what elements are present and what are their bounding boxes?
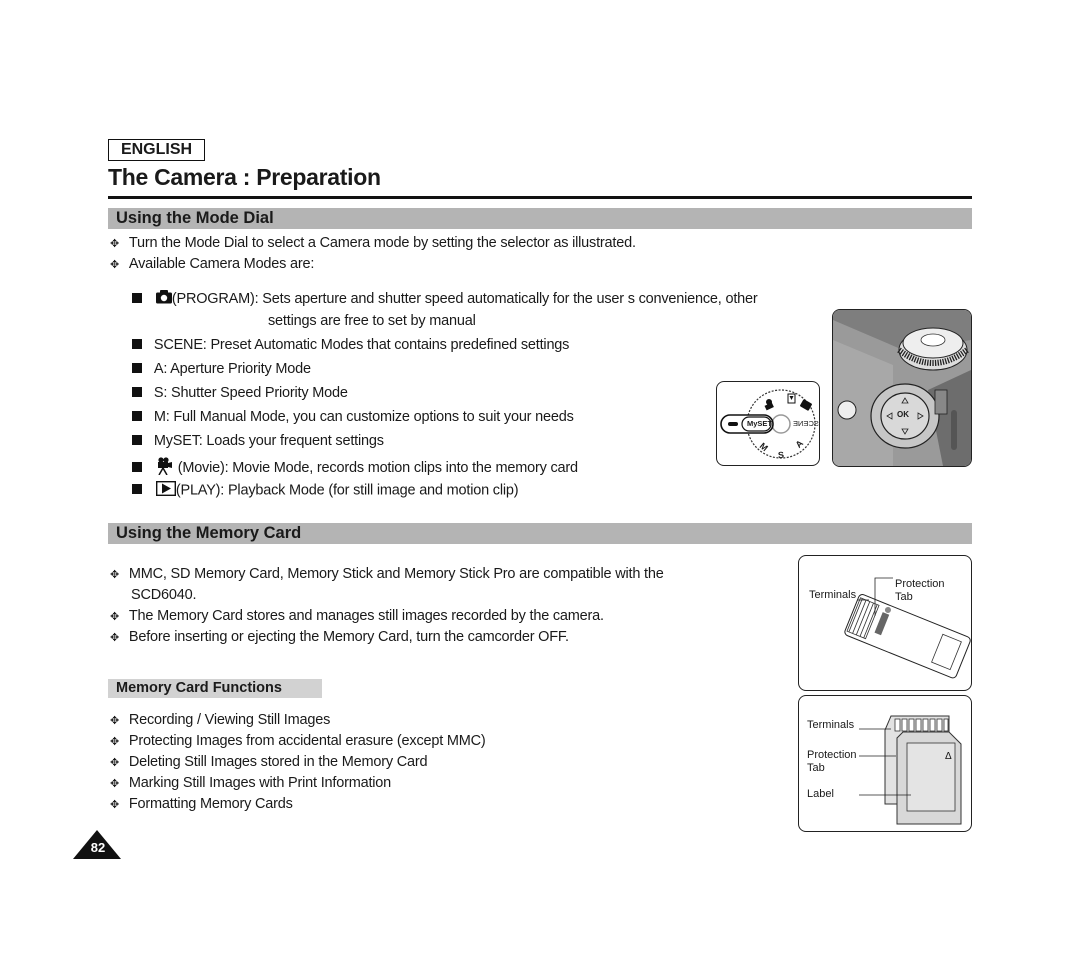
diamond-bullet-icon: ✥ (110, 736, 120, 748)
square-bullet-icon (132, 484, 142, 495)
protection-label: Protection (895, 578, 945, 590)
square-bullet-icon (132, 387, 142, 397)
list-item: ✥ Formatting Memory Cards (110, 796, 293, 812)
label-label: Label (807, 788, 834, 800)
mode-item-program-continuation: settings are free to set by manual (268, 313, 476, 329)
movie-camera-icon (156, 457, 172, 479)
sd-card-illustration: Δ (859, 715, 962, 825)
diamond-bullet-icon: ✥ (110, 611, 120, 623)
list-item: ✥ Marking Still Images with Print Inform… (110, 775, 392, 791)
mode-item-scene: SCENE: Preset Automatic Modes that conta… (132, 337, 569, 353)
list-item: ✥ Before inserting or ejecting the Memor… (110, 629, 569, 645)
section-heading-memory-card: Using the Memory Card (108, 523, 972, 544)
square-bullet-icon (132, 339, 142, 349)
tab-label: Tab (895, 591, 913, 603)
dial-label-s: S (777, 449, 785, 461)
language-badge: ENGLISH (108, 139, 205, 161)
play-icon (155, 480, 176, 500)
square-bullet-icon (132, 411, 142, 421)
terminals-label: Terminals (809, 589, 857, 601)
diamond-bullet-icon: ✥ (110, 778, 120, 790)
list-item: ✥ The Memory Card stores and manages sti… (110, 608, 604, 624)
diamond-bullet-icon: ✥ (110, 799, 120, 811)
mode-item-shutter: S: Shutter Speed Priority Mode (132, 385, 348, 401)
diamond-bullet-icon: ✥ (110, 715, 120, 727)
section-heading-text: Using the Memory Card (116, 524, 302, 542)
mode-dial-figure: MySET SCENE M S A (716, 381, 820, 466)
svg-text:Δ: Δ (945, 751, 952, 762)
square-bullet-icon (132, 435, 142, 445)
dial-label-scene: SCENE (793, 419, 819, 428)
protection-label: Protection (807, 749, 857, 761)
square-bullet-icon (132, 461, 142, 472)
memory-stick-illustration (844, 577, 971, 679)
subsection-heading-functions: Memory Card Functions (108, 679, 322, 698)
mode-item-program: (PROGRAM): Sets aperture and shutter spe… (132, 290, 758, 308)
list-item: ✥ MMC, SD Memory Card, Memory Stick and … (110, 566, 664, 582)
diamond-bullet-icon: ✥ (110, 238, 120, 250)
mode-item-myset: MySET: Loads your frequent settings (132, 433, 384, 449)
memory-stick-figure: Terminals Protection Tab (798, 555, 972, 691)
camera-figure: OK (832, 309, 972, 467)
diamond-bullet-icon: ✥ (110, 259, 120, 271)
list-item: ✥ Recording / Viewing Still Images (110, 712, 331, 728)
list-item: ✥ Turn the Mode Dial to select a Camera … (110, 235, 636, 251)
tab-label: Tab (807, 762, 825, 774)
list-item: ✥ Available Camera Modes are: (110, 256, 315, 272)
list-item: ✥ Deleting Still Images stored in the Me… (110, 754, 428, 770)
diamond-bullet-icon: ✥ (110, 632, 120, 644)
page-number: 82 (90, 840, 106, 855)
square-bullet-icon (132, 363, 142, 373)
mode-item-play: (PLAY): Playback Mode (for still image a… (132, 480, 519, 500)
subsection-heading-text: Memory Card Functions (116, 680, 282, 696)
diamond-bullet-icon: ✥ (110, 569, 120, 581)
list-item: ✥ Protecting Images from accidental eras… (110, 733, 486, 749)
title-divider (108, 196, 972, 199)
mode-item-movie: (Movie): Movie Mode, records motion clip… (132, 457, 578, 479)
camera-icon (155, 290, 172, 308)
mode-item-manual: M: Full Manual Mode, you can customize o… (132, 409, 574, 425)
section-heading-mode-dial: Using the Mode Dial (108, 208, 972, 229)
camera-illustration (833, 310, 971, 466)
page-number-badge: 82 (73, 830, 121, 865)
list-item-continuation: SCD6040. (131, 587, 197, 603)
section-heading-text: Using the Mode Dial (116, 209, 274, 227)
diamond-bullet-icon: ✥ (110, 757, 120, 769)
ok-button-label: OK (897, 410, 909, 419)
sd-card-figure: Δ Terminals Protection Tab Label (798, 695, 972, 832)
page-title: The Camera : Preparation (108, 164, 381, 190)
dial-label-myset: MySET (747, 419, 773, 428)
square-bullet-icon (132, 292, 142, 303)
mode-item-aperture: A: Aperture Priority Mode (132, 361, 311, 377)
terminals-label: Terminals (807, 719, 855, 731)
